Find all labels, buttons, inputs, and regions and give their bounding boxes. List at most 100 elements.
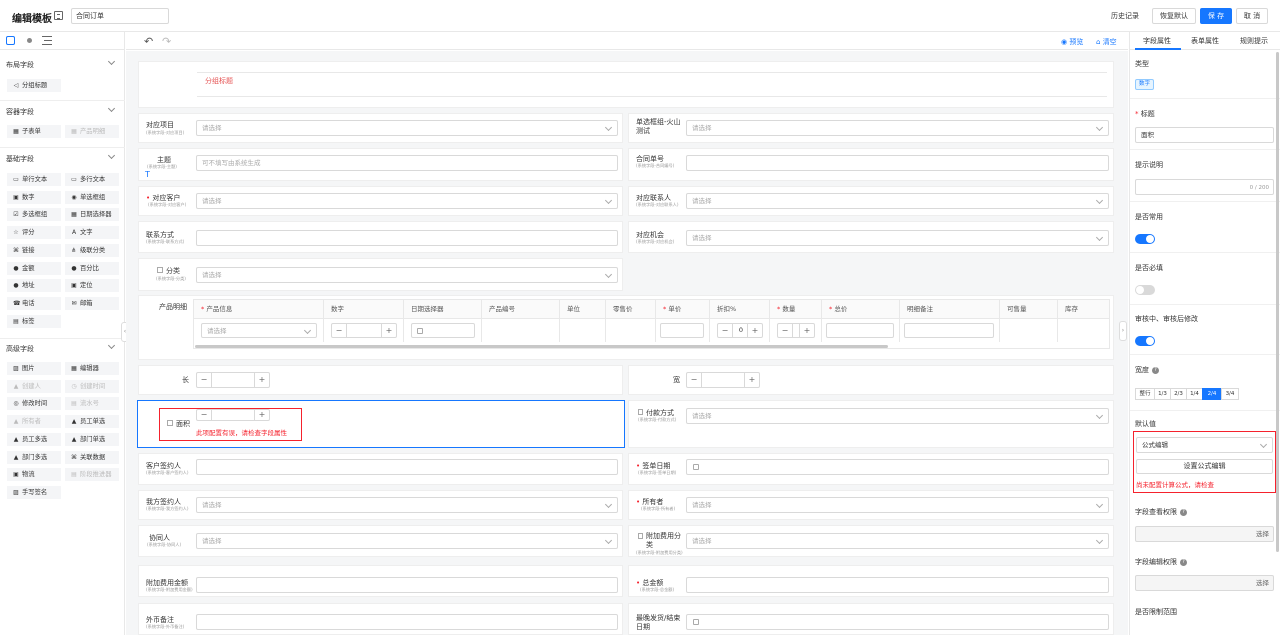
last-ship-date-input[interactable] bbox=[686, 614, 1109, 630]
field-item[interactable]: ⌘ 链接 bbox=[7, 243, 61, 257]
field-row[interactable]: 对应联系人 (系统字段-对应联系人) 请选择 bbox=[628, 186, 1114, 216]
field-item[interactable]: ▣ 数字 bbox=[7, 190, 61, 204]
field-item[interactable]: ▣ 定位 bbox=[65, 279, 119, 293]
field-item[interactable]: A 文字 bbox=[65, 226, 119, 240]
width-option[interactable]: 2/4 bbox=[1202, 388, 1222, 400]
select-link[interactable]: 选择 bbox=[1256, 576, 1269, 590]
template-name-input[interactable] bbox=[71, 8, 169, 24]
field-item[interactable]: ▨ 图片 bbox=[7, 362, 61, 375]
width-option[interactable]: 1/3 bbox=[1154, 388, 1171, 400]
minus-button[interactable]: − bbox=[332, 324, 347, 337]
collapse-right-handle[interactable]: › bbox=[1119, 321, 1127, 341]
field-row[interactable]: 联系方式 (系统字段-联系方式) bbox=[138, 221, 623, 253]
restore-default-button[interactable]: 恢复默认 bbox=[1152, 8, 1196, 24]
customer-signer-input[interactable] bbox=[196, 459, 618, 475]
minus-button[interactable]: − bbox=[718, 324, 733, 337]
audit-toggle[interactable] bbox=[1135, 336, 1155, 346]
vertical-scrollbar[interactable] bbox=[1276, 52, 1279, 552]
product-table[interactable]: * 产品信息 请选择 数字 − + 日期选择器 产品编号 单位 零售价 * 单价 折扣% −0 + * 数… bbox=[193, 299, 1110, 349]
field-item[interactable]: ▦ 编辑器 bbox=[65, 362, 119, 375]
plus-button[interactable]: + bbox=[744, 373, 759, 387]
select-input[interactable]: 请选择 bbox=[686, 193, 1109, 209]
field-item[interactable]: ● 百分比 bbox=[65, 261, 119, 275]
field-item[interactable]: ● 地址 bbox=[7, 279, 61, 293]
help-icon[interactable]: ? bbox=[1180, 508, 1187, 516]
field-row[interactable]: 长 − + bbox=[138, 365, 623, 395]
set-formula-button[interactable]: 设置公式编辑 bbox=[1136, 459, 1273, 474]
select-input[interactable]: 请选择 bbox=[686, 533, 1109, 549]
select-input[interactable]: 请选择 bbox=[686, 497, 1109, 513]
preview-button[interactable]: ◉ 预览 bbox=[1061, 37, 1083, 47]
fx-remark-input[interactable] bbox=[196, 614, 618, 630]
plus-button[interactable]: + bbox=[381, 324, 396, 337]
chevron-down-icon[interactable] bbox=[107, 104, 116, 113]
field-row[interactable]: 对应项目 (系统字段-对应项目) 请选择 bbox=[138, 113, 623, 143]
field-row[interactable]: • 对应客户 (系统字段-对应客户) 请选择 bbox=[138, 186, 623, 216]
chevron-down-icon[interactable] bbox=[107, 57, 116, 66]
field-item[interactable]: ◁ 分组标题 bbox=[7, 79, 61, 92]
discount-stepper[interactable]: −0 + bbox=[717, 323, 763, 338]
field-item[interactable]: ▲ 员工多选 bbox=[7, 432, 61, 446]
sign-date-input[interactable] bbox=[686, 459, 1109, 475]
title-input[interactable]: 面积 bbox=[1135, 127, 1274, 143]
table-input[interactable] bbox=[660, 323, 704, 338]
minus-button[interactable]: − bbox=[197, 410, 212, 420]
field-item[interactable]: ☑ 多选框组 bbox=[7, 208, 61, 222]
field-row[interactable]: 协同人 (系统字段-协同人) 请选择 bbox=[138, 525, 623, 557]
field-item[interactable]: ▦ 子表单 bbox=[7, 125, 61, 138]
field-item[interactable]: ● 金额 bbox=[7, 261, 61, 275]
select-input[interactable]: 请选择 bbox=[196, 497, 618, 513]
width-option[interactable]: 2/3 bbox=[1170, 388, 1187, 400]
select-input[interactable]: 请选择 bbox=[196, 267, 618, 283]
field-item[interactable]: ▨ 手写签名 bbox=[7, 485, 61, 499]
horizontal-scrollbar[interactable] bbox=[195, 345, 888, 348]
field-item[interactable]: ⋔ 级联分类 bbox=[65, 243, 119, 257]
minus-button[interactable]: − bbox=[687, 373, 702, 387]
date-input[interactable] bbox=[411, 323, 475, 338]
undo-icon[interactable]: ↶ bbox=[144, 35, 153, 48]
redo-icon[interactable]: ↷ bbox=[162, 35, 171, 48]
table-input[interactable] bbox=[826, 323, 894, 338]
select-input[interactable]: 请选择 bbox=[196, 533, 618, 549]
plus-button[interactable]: + bbox=[254, 373, 269, 387]
field-row[interactable]: 付款方式 (系统字段-付款方式) 请选择 bbox=[628, 400, 1114, 448]
field-row[interactable]: 客户签约人 (系统字段-客户签约人) bbox=[138, 453, 623, 485]
template-icon[interactable] bbox=[54, 11, 63, 20]
extra-fee-total-input[interactable] bbox=[196, 577, 618, 593]
field-item[interactable]: ▲ 部门单选 bbox=[65, 432, 119, 446]
field-row[interactable]: 我方签约人 (系统字段-我方签约人) 请选择 bbox=[138, 490, 623, 520]
clear-button[interactable]: ⌂ 清空 bbox=[1096, 37, 1117, 47]
tab-field-props[interactable]: 字段属性 bbox=[1143, 36, 1171, 46]
group-title-row[interactable]: 分组标题 bbox=[138, 61, 1114, 108]
width-stepper[interactable]: − + bbox=[686, 372, 760, 388]
number-stepper[interactable]: − + bbox=[331, 323, 397, 338]
contact-way-input[interactable] bbox=[196, 230, 618, 246]
view-perm-input[interactable]: 选择 bbox=[1135, 526, 1274, 542]
default-value-select[interactable]: 公式编辑 bbox=[1136, 437, 1273, 453]
field-row[interactable]: 最晚发货/结束日期 bbox=[628, 603, 1114, 635]
field-row[interactable]: 宽 − + bbox=[628, 365, 1114, 395]
field-item[interactable]: ▭ 单行文本 bbox=[7, 173, 61, 186]
chevron-down-icon[interactable] bbox=[107, 341, 116, 350]
cancel-button[interactable]: 取 消 bbox=[1236, 8, 1268, 24]
field-item[interactable]: ▣ 物流 bbox=[7, 468, 61, 482]
history-link[interactable]: 历史记录 bbox=[1111, 11, 1139, 21]
area-stepper[interactable]: − + bbox=[196, 409, 270, 421]
tab-rule-tips[interactable]: 规则提示 bbox=[1240, 36, 1268, 46]
common-toggle[interactable] bbox=[1135, 234, 1155, 244]
required-toggle[interactable] bbox=[1135, 285, 1155, 295]
field-row[interactable]: 主题 (系统字段-主题) T 可不填写由系统生成 bbox=[138, 148, 623, 181]
chevron-down-icon[interactable] bbox=[107, 151, 116, 160]
length-stepper[interactable]: − + bbox=[196, 372, 270, 388]
minus-button[interactable]: − bbox=[197, 373, 212, 387]
area-field-row-selected[interactable]: 面积 − + 此项配置有误，请检查字段属性 bbox=[137, 400, 625, 448]
field-row[interactable]: • 所有者 (系统字段-所有者) 请选择 bbox=[628, 490, 1114, 520]
field-item[interactable]: ▭ 多行文本 bbox=[65, 173, 119, 186]
plus-button[interactable]: + bbox=[747, 324, 762, 337]
tab-form-props[interactable]: 表单属性 bbox=[1191, 36, 1219, 46]
field-row[interactable]: 附加费用分类 (系统字段-附加费用分类) 请选择 bbox=[628, 525, 1114, 557]
width-segmented[interactable]: 整行 1/3 2/3 1/4 2/4 3/4 bbox=[1135, 388, 1275, 400]
field-row[interactable]: 分类 (系统字段-分类) 请选择 bbox=[138, 258, 623, 291]
field-item[interactable]: ▦ 日期选择器 bbox=[65, 208, 119, 222]
total-amount-input[interactable] bbox=[686, 577, 1109, 593]
